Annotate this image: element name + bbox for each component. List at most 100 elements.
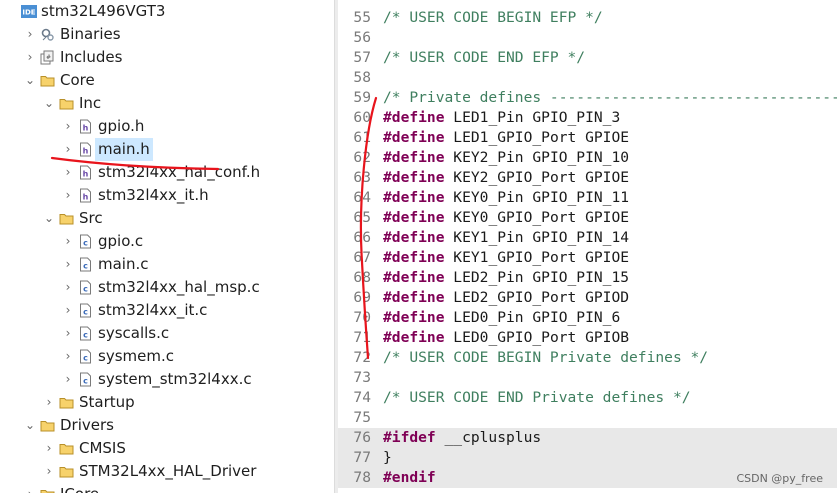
- code-line[interactable]: 62 #define KEY2_Pin GPIO_PIN_10: [338, 148, 837, 168]
- tree-item-label: Drivers: [60, 416, 114, 434]
- directive-body: KEY1_GPIO_Port GPIOE: [444, 249, 630, 266]
- code-line[interactable]: 60 #define LED1_Pin GPIO_PIN_3: [338, 108, 837, 128]
- expand-arrow-icon[interactable]: ›: [61, 253, 75, 276]
- expand-arrow-icon[interactable]: ›: [61, 368, 75, 391]
- expand-arrow-icon[interactable]: ›: [61, 276, 75, 299]
- expand-arrow-icon[interactable]: ›: [42, 437, 56, 460]
- preprocessor-keyword: #ifdef: [383, 429, 436, 446]
- directive-body: KEY0_GPIO_Port GPIOE: [444, 209, 630, 226]
- code-line[interactable]: 72 /* USER CODE BEGIN Private defines */: [338, 348, 837, 368]
- code-line[interactable]: 75: [338, 408, 837, 428]
- expand-arrow-icon[interactable]: ›: [61, 299, 75, 322]
- tree-item[interactable]: › c system_stm32l4xx.c: [61, 368, 252, 391]
- tree-item[interactable]: ⌄ Core: [23, 69, 95, 92]
- code-line[interactable]: 57 /* USER CODE END EFP */: [338, 48, 837, 68]
- tree-item[interactable]: › c gpio.c: [61, 230, 144, 253]
- svg-text:h: h: [83, 124, 89, 133]
- expand-arrow-icon[interactable]: ›: [23, 46, 37, 69]
- expand-arrow-icon[interactable]: ›: [61, 115, 75, 138]
- tree-item[interactable]: › c syscalls.c: [61, 322, 170, 345]
- c-file-icon: c: [78, 303, 93, 318]
- line-number: 78: [353, 469, 371, 486]
- code-line[interactable]: 65 #define KEY0_GPIO_Port GPIOE: [338, 208, 837, 228]
- code-line[interactable]: 76 #ifdef __cplusplus: [338, 428, 837, 448]
- tree-item[interactable]: › c stm32l4xx_hal_msp.c: [61, 276, 260, 299]
- code-line[interactable]: 73: [338, 368, 837, 388]
- tree-item[interactable]: › Startup: [42, 391, 135, 414]
- expand-arrow-icon[interactable]: ›: [61, 184, 75, 207]
- svg-text:c: c: [83, 377, 88, 386]
- tree-item-label: stm32L496VGT3: [41, 2, 166, 20]
- code-comment: /* USER CODE END EFP */: [383, 49, 586, 66]
- c-file-icon: c: [78, 257, 93, 272]
- code-line[interactable]: 71 #define LED0_GPIO_Port GPIOB: [338, 328, 837, 348]
- binaries-icon: [40, 27, 55, 42]
- code-line[interactable]: 63 #define KEY2_GPIO_Port GPIOE: [338, 168, 837, 188]
- expand-arrow-icon[interactable]: ›: [61, 138, 75, 161]
- tree-item[interactable]: › c main.c: [61, 253, 149, 276]
- tree-item[interactable]: › STM32L4xx_HAL_Driver: [42, 460, 257, 483]
- directive-body: LED1_GPIO_Port GPIOE: [444, 129, 630, 146]
- expand-arrow-icon[interactable]: ›: [61, 230, 75, 253]
- line-number: 76: [353, 429, 371, 446]
- folder-icon: [59, 395, 74, 410]
- preprocessor-keyword: #define: [383, 209, 445, 226]
- tree-item[interactable]: › h stm32l4xx_it.h: [61, 184, 209, 207]
- code-line[interactable]: 61 #define LED1_GPIO_Port GPIOE: [338, 128, 837, 148]
- tree-item[interactable]: ⌄ Inc: [42, 92, 101, 115]
- directive-body: LED2_GPIO_Port GPIOD: [444, 289, 630, 306]
- collapse-arrow-icon[interactable]: ⌄: [42, 92, 56, 115]
- directive-body: LED1_Pin GPIO_PIN_3: [444, 109, 621, 126]
- expand-arrow-icon[interactable]: ›: [42, 460, 56, 483]
- line-number: 57: [353, 49, 371, 66]
- tree-item[interactable]: ▾IDEstm32L496VGT3: [4, 0, 165, 23]
- tree-item-label: gpio.h: [98, 117, 145, 135]
- code-line[interactable]: 67 #define KEY1_GPIO_Port GPIOE: [338, 248, 837, 268]
- expand-arrow-icon[interactable]: ›: [23, 483, 37, 493]
- code-line[interactable]: 70 #define LED0_Pin GPIO_PIN_6: [338, 308, 837, 328]
- c-file-icon: c: [78, 326, 93, 341]
- code-line[interactable]: 55 /* USER CODE BEGIN EFP */: [338, 8, 837, 28]
- tree-item[interactable]: › h gpio.h: [61, 115, 145, 138]
- code-line[interactable]: 69 #define LED2_GPIO_Port GPIOD: [338, 288, 837, 308]
- tree-item[interactable]: › h stm32l4xx_hal_conf.h: [61, 161, 261, 184]
- tree-item[interactable]: › Binaries: [23, 23, 121, 46]
- tree-item[interactable]: › ICore: [23, 483, 99, 493]
- expand-arrow-icon[interactable]: ›: [61, 345, 75, 368]
- c-file-icon: c: [78, 234, 93, 249]
- svg-text:c: c: [83, 331, 88, 340]
- code-line[interactable]: 56: [338, 28, 837, 48]
- expand-arrow-icon[interactable]: ›: [42, 391, 56, 414]
- tree-item[interactable]: › # Includes: [23, 46, 123, 69]
- directive-body: LED2_Pin GPIO_PIN_15: [444, 269, 630, 286]
- preprocessor-keyword: #define: [383, 129, 445, 146]
- folder-icon: [40, 487, 55, 493]
- expand-arrow-icon[interactable]: ›: [61, 161, 75, 184]
- tree-item[interactable]: › c sysmem.c: [61, 345, 174, 368]
- collapse-arrow-icon[interactable]: ⌄: [23, 414, 37, 437]
- tree-item[interactable]: ⌄ Drivers: [23, 414, 114, 437]
- code-line[interactable]: 66 #define KEY1_Pin GPIO_PIN_14: [338, 228, 837, 248]
- collapse-arrow-icon[interactable]: ⌄: [42, 207, 56, 230]
- code-line[interactable]: 64 #define KEY0_Pin GPIO_PIN_11: [338, 188, 837, 208]
- tree-item[interactable]: ⌄ Src: [42, 207, 103, 230]
- code-text: #define LED0_GPIO_Port GPIOB: [383, 328, 629, 348]
- line-number: 58: [353, 69, 371, 86]
- line-number: 56: [353, 29, 371, 46]
- code-line[interactable]: 68 #define LED2_Pin GPIO_PIN_15: [338, 268, 837, 288]
- code-line[interactable]: 74 /* USER CODE END Private defines */: [338, 388, 837, 408]
- preprocessor-keyword: #define: [383, 109, 445, 126]
- tree-item[interactable]: › h main.h: [61, 138, 153, 161]
- tree-item-label: Inc: [79, 94, 102, 112]
- collapse-arrow-icon[interactable]: ⌄: [23, 69, 37, 92]
- tree-item[interactable]: › c stm32l4xx_it.c: [61, 299, 208, 322]
- preprocessor-keyword: #endif: [383, 469, 436, 486]
- tree-item[interactable]: › CMSIS: [42, 437, 126, 460]
- code-line[interactable]: 58: [338, 68, 837, 88]
- code-editor[interactable]: 55 /* USER CODE BEGIN EFP */ 56 57 /* USER C…: [338, 0, 837, 493]
- expand-arrow-icon[interactable]: ›: [61, 322, 75, 345]
- c-file-icon: c: [78, 280, 93, 295]
- code-line[interactable]: 77}: [338, 448, 837, 468]
- expand-arrow-icon[interactable]: ›: [23, 23, 37, 46]
- code-line[interactable]: 59 /* Private defines -------------------…: [338, 88, 837, 108]
